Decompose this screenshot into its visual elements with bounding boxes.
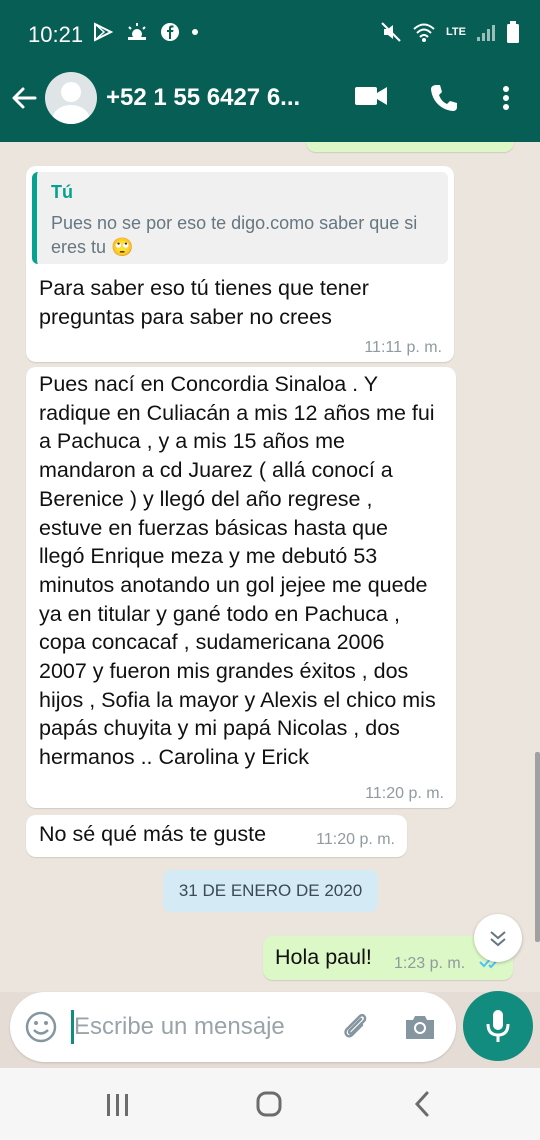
network-type-label: LTE	[446, 26, 466, 38]
message-time: 11:20 p. m.	[365, 785, 444, 802]
default-avatar-icon	[52, 82, 90, 124]
message-text: Pues nací en Concordia Sinaloa . Y radiq…	[39, 372, 436, 770]
message-bubble[interactable]: Pues nací en Concordia Sinaloa . Y radiq…	[26, 367, 456, 808]
quoted-text: Pues no se por eso te digo.como saber qu…	[51, 213, 418, 257]
home-icon[interactable]	[255, 1090, 283, 1118]
phone-call-icon[interactable]	[428, 82, 460, 114]
scrollbar[interactable]	[535, 752, 540, 942]
status-time: 10:21	[28, 22, 84, 47]
facebook-icon	[161, 23, 179, 41]
recent-apps-icon[interactable]	[104, 1092, 132, 1118]
weather-icon	[128, 23, 146, 40]
avatar[interactable]	[45, 72, 97, 124]
camera-icon[interactable]	[403, 1010, 437, 1044]
message-time: 11:20 p. m.	[316, 831, 395, 848]
message-input-bar[interactable]: Escribe un mensaje	[10, 992, 456, 1062]
microphone-icon	[486, 1010, 510, 1042]
back-nav-icon[interactable]	[410, 1090, 434, 1118]
wifi-icon	[413, 23, 435, 42]
attach-icon[interactable]	[338, 1010, 372, 1044]
message-bubble[interactable]: Tú Pues no se por eso te digo.como saber…	[26, 166, 454, 362]
signal-icon	[477, 25, 495, 41]
more-options-icon[interactable]	[496, 82, 516, 114]
message-bubble[interactable]: No sé qué más te guste 11:20 p. m.	[26, 815, 407, 857]
message-text: Hola paul!	[275, 945, 372, 969]
message-text: Para saber eso tú tienes que tener pregu…	[39, 276, 369, 329]
chat-header: +52 1 55 6427 6...	[0, 58, 540, 142]
quoted-author: Tú	[51, 182, 73, 202]
emoji-icon[interactable]	[24, 1010, 58, 1044]
message-time: 1:23 p. m.	[394, 955, 466, 972]
chat-area[interactable]: Tú Pues no se por eso te digo.como saber…	[0, 142, 540, 992]
quoted-message[interactable]: Tú Pues no se por eso te digo.como saber…	[32, 172, 448, 264]
battery-icon	[507, 21, 519, 43]
chevron-double-down-icon	[490, 931, 506, 947]
play-store-icon	[94, 22, 114, 42]
video-call-icon[interactable]	[354, 82, 388, 110]
voice-message-button[interactable]	[463, 991, 533, 1061]
contact-name[interactable]: +52 1 55 6427 6...	[106, 84, 300, 112]
back-arrow-icon[interactable]	[8, 82, 40, 114]
mute-icon	[381, 22, 401, 42]
message-input[interactable]: Escribe un mensaje	[74, 1013, 285, 1041]
message-time: 11:11 p. m.	[364, 339, 442, 356]
message-text: No sé qué más te guste	[39, 822, 267, 846]
previous-outgoing-message[interactable]	[306, 142, 514, 152]
system-navigation-bar	[0, 1068, 540, 1140]
notification-dot-icon	[192, 29, 198, 35]
date-divider: 31 DE ENERO DE 2020	[163, 870, 378, 912]
scroll-to-bottom-button[interactable]	[474, 914, 522, 962]
